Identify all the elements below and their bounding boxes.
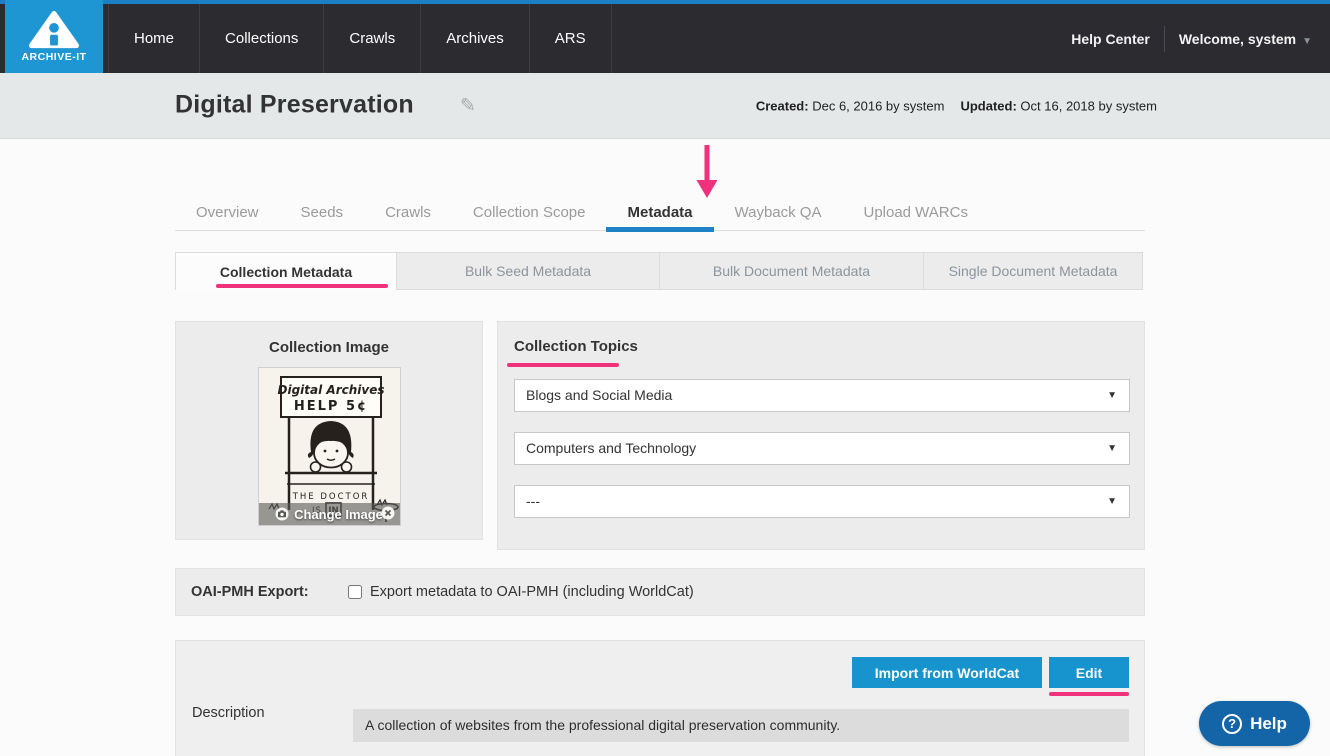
description-value: A collection of websites from the profes… — [353, 709, 1129, 742]
edit-button[interactable]: Edit — [1049, 657, 1129, 688]
logo-wordmark: ARCHIVE-IT — [21, 51, 86, 63]
help-button[interactable]: ? Help — [1199, 701, 1310, 746]
edit-title-pencil-icon[interactable]: ✎ — [460, 94, 476, 117]
topic-dropdown-2-value: Computers and Technology — [526, 440, 696, 456]
nav-item-home[interactable]: Home — [108, 4, 200, 73]
chevron-down-icon: ▼ — [1107, 433, 1117, 464]
help-center-link[interactable]: Help Center — [1071, 31, 1150, 47]
tab-wayback-qa[interactable]: Wayback QA — [714, 195, 843, 231]
collection-image-title: Collection Image — [176, 322, 482, 356]
camera-icon — [275, 507, 289, 521]
description-panel: Import from WorldCat Edit Description A … — [175, 640, 1145, 756]
description-label: Description — [192, 705, 265, 721]
tab-metadata[interactable]: Metadata — [606, 195, 713, 231]
remove-image-icon[interactable] — [381, 506, 395, 520]
topbar-right: Help Center Welcome, system ▼ — [1071, 4, 1312, 73]
import-from-worldcat-button[interactable]: Import from WorldCat — [852, 657, 1042, 688]
question-mark-icon: ? — [1222, 714, 1242, 734]
annotation-underline-collection-topics — [507, 363, 619, 367]
svg-text:THE DOCTOR: THE DOCTOR — [291, 492, 369, 502]
tab-crawls[interactable]: Crawls — [364, 195, 452, 231]
collection-topics-panel: Collection Topics Blogs and Social Media… — [497, 321, 1145, 550]
collection-image-panel: Collection Image Digital Archives HELP 5… — [175, 321, 483, 540]
annotation-underline-edit — [1049, 692, 1129, 696]
page-title: Digital Preservation — [175, 90, 414, 119]
collection-tab-bar: Overview Seeds Crawls Collection Scope M… — [175, 195, 1145, 231]
user-menu-caret-icon: ▼ — [1302, 36, 1312, 47]
topic-dropdown-3-value: --- — [526, 493, 540, 509]
topic-dropdown-2[interactable]: Computers and Technology ▼ — [514, 432, 1130, 465]
oai-pmh-export-checkbox[interactable] — [348, 585, 362, 599]
tab-collection-scope[interactable]: Collection Scope — [452, 195, 607, 231]
oai-pmh-export-label: OAI-PMH Export: — [191, 584, 348, 600]
change-image-button[interactable]: Change Image — [259, 503, 400, 525]
updated-date: Updated: Oct 16, 2018 by system — [960, 98, 1157, 113]
subtab-collection-metadata[interactable]: Collection Metadata — [175, 252, 397, 290]
collection-dates: Created: Dec 6, 2016 by system Updated: … — [756, 98, 1157, 113]
topbar-separator — [1164, 26, 1165, 52]
subtab-single-document-metadata[interactable]: Single Document Metadata — [923, 252, 1143, 290]
topic-dropdown-3[interactable]: --- ▼ — [514, 485, 1130, 518]
oai-pmh-export-checkbox-label: Export metadata to OAI-PMH (including Wo… — [370, 584, 694, 600]
svg-text:Digital Archives: Digital Archives — [277, 383, 384, 397]
nav-item-archives[interactable]: Archives — [421, 4, 530, 73]
collection-header: Digital Preservation ✎ Created: Dec 6, 2… — [0, 73, 1330, 139]
archive-it-logo[interactable]: ARCHIVE-IT — [5, 0, 103, 73]
topic-dropdown-1[interactable]: Blogs and Social Media ▼ — [514, 379, 1130, 412]
archive-it-logo-mark-icon — [28, 11, 80, 49]
change-image-label: Change Image — [294, 507, 383, 522]
top-navigation-bar: ARCHIVE-IT Home Collections Crawls Archi… — [0, 0, 1330, 73]
svg-text:HELP 5¢: HELP 5¢ — [293, 399, 367, 414]
subtab-bulk-seed-metadata[interactable]: Bulk Seed Metadata — [396, 252, 660, 290]
nav-item-ars[interactable]: ARS — [530, 4, 612, 73]
nav-item-collections[interactable]: Collections — [200, 4, 324, 73]
user-menu[interactable]: Welcome, system ▼ — [1179, 31, 1312, 47]
annotation-underline-collection-metadata — [216, 284, 388, 288]
chevron-down-icon: ▼ — [1107, 486, 1117, 517]
welcome-label: Welcome, system — [1179, 31, 1296, 47]
tab-upload-warcs[interactable]: Upload WARCs — [842, 195, 988, 231]
tab-overview[interactable]: Overview — [175, 195, 280, 231]
page: ARCHIVE-IT Home Collections Crawls Archi… — [0, 0, 1330, 756]
collection-image: Digital Archives HELP 5¢ THE DOCTOR — [258, 367, 401, 526]
primary-nav: Home Collections Crawls Archives ARS — [108, 4, 612, 73]
collection-topics-title: Collection Topics — [514, 338, 638, 355]
subtab-bulk-document-metadata[interactable]: Bulk Document Metadata — [659, 252, 924, 290]
annotation-arrow-metadata-icon — [694, 144, 720, 200]
oai-pmh-export-row: OAI-PMH Export: Export metadata to OAI-P… — [175, 568, 1145, 616]
tab-seeds[interactable]: Seeds — [280, 195, 365, 231]
chevron-down-icon: ▼ — [1107, 380, 1117, 411]
topic-dropdown-1-value: Blogs and Social Media — [526, 387, 672, 403]
metadata-subtab-bar: Collection Metadata Bulk Seed Metadata B… — [175, 252, 1145, 290]
nav-item-crawls[interactable]: Crawls — [324, 4, 421, 73]
help-button-label: Help — [1250, 714, 1287, 734]
created-date: Created: Dec 6, 2016 by system — [756, 98, 945, 113]
